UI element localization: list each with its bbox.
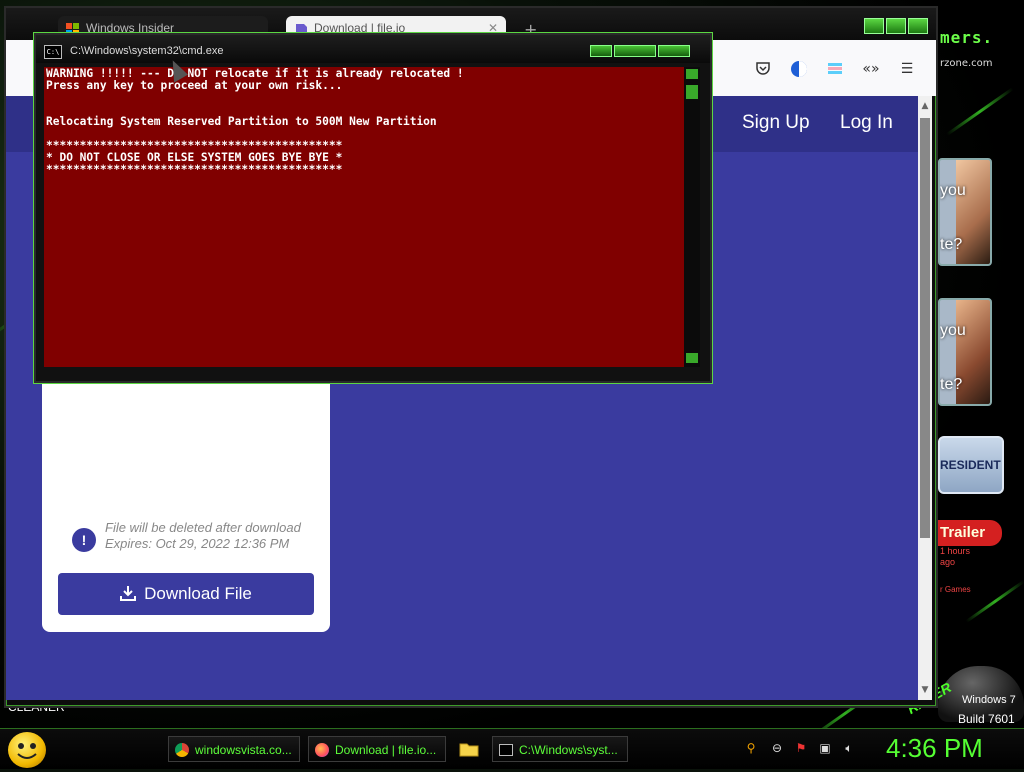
gadget-trailer[interactable]: Trailer bbox=[938, 520, 1002, 546]
system-tray: ⚲ ⊖ ⚑ ▣ 🔈︎ bbox=[744, 741, 864, 757]
cmd-title: C:\Windows\system32\cmd.exe bbox=[70, 45, 224, 57]
taskbar-item-label: C:\Windows\syst... bbox=[519, 743, 618, 757]
desktop-brand-sub: rzone.com bbox=[940, 58, 993, 69]
download-icon bbox=[120, 574, 137, 616]
sign-up-link[interactable]: Sign Up bbox=[742, 112, 810, 134]
cmd-scrollbar-thumb[interactable] bbox=[686, 85, 698, 99]
pocket-icon[interactable] bbox=[754, 60, 772, 78]
extension-icon[interactable] bbox=[826, 60, 844, 78]
scrollbar-thumb[interactable] bbox=[920, 118, 930, 538]
network-icon[interactable]: ▣ bbox=[818, 741, 832, 755]
gadget-president[interactable]: RESIDENT bbox=[938, 436, 1004, 494]
taskbar-item-firefox[interactable]: Download | file.io... bbox=[308, 736, 446, 762]
cmd-maximize-button[interactable] bbox=[614, 45, 656, 57]
start-button[interactable] bbox=[8, 732, 46, 768]
firefox-icon bbox=[315, 743, 329, 757]
gadget-card-text: you bbox=[940, 182, 966, 199]
expiry-notice: Expires: Oct 29, 2022 12:36 PM bbox=[105, 536, 290, 551]
cmd-output: WARNING !!!!! --- Do NOT relocate if it … bbox=[46, 67, 464, 176]
menu-icon[interactable]: ☰ bbox=[898, 60, 916, 78]
maximize-button[interactable] bbox=[886, 18, 906, 34]
minimize-button[interactable] bbox=[864, 18, 884, 34]
flag-icon[interactable]: ⚑ bbox=[794, 741, 808, 755]
cmd-window: C:\ C:\Windows\system32\cmd.exe WARNING … bbox=[34, 33, 712, 383]
taskbar: windowsvista.co... Download | file.io...… bbox=[0, 728, 1024, 769]
taskbar-item-label: Download | file.io... bbox=[335, 743, 437, 757]
window-controls bbox=[864, 18, 928, 34]
scroll-up-arrow-icon[interactable]: ▲ bbox=[919, 100, 931, 112]
download-file-button[interactable]: Download File bbox=[58, 573, 314, 615]
gadget-card[interactable]: you te? bbox=[938, 298, 992, 406]
cmd-minimize-button[interactable] bbox=[590, 45, 612, 57]
taskbar-item-label: windowsvista.co... bbox=[195, 743, 292, 757]
cmd-window-controls bbox=[590, 45, 690, 57]
cmd-scrollbar[interactable] bbox=[684, 67, 700, 367]
page-scrollbar[interactable]: ▲ ▼ bbox=[918, 96, 932, 700]
scroll-down-arrow-icon[interactable]: ▼ bbox=[919, 684, 931, 696]
gadget-card-text: te? bbox=[940, 376, 963, 393]
chrome-icon bbox=[175, 743, 189, 757]
gadget-card[interactable]: you te? bbox=[938, 158, 992, 266]
gadget-hours: 1 hours ago bbox=[940, 546, 971, 567]
profile-icon[interactable] bbox=[790, 60, 808, 78]
volume-icon[interactable]: 🔈︎ bbox=[842, 741, 856, 755]
bg-decoration bbox=[946, 87, 1014, 136]
search-icon[interactable]: ⚲ bbox=[744, 741, 758, 755]
minus-icon[interactable]: ⊖ bbox=[770, 741, 784, 755]
folder-icon bbox=[459, 743, 479, 757]
gadget-card-text: you bbox=[940, 322, 966, 339]
bg-decoration bbox=[965, 580, 1024, 623]
log-in-link[interactable]: Log In bbox=[840, 112, 893, 134]
taskbar-item-explorer[interactable] bbox=[454, 736, 484, 762]
download-file-label: Download File bbox=[144, 584, 252, 603]
desktop-brand: mers. bbox=[940, 28, 994, 47]
cmd-scroll-up-arrow-icon[interactable] bbox=[686, 69, 698, 79]
cmd-console[interactable]: WARNING !!!!! --- Do NOT relocate if it … bbox=[44, 67, 684, 367]
cmd-scroll-down-arrow-icon[interactable] bbox=[686, 353, 698, 363]
info-icon: ! bbox=[72, 528, 96, 552]
cmd-icon: C:\ bbox=[44, 45, 62, 59]
close-button[interactable] bbox=[908, 18, 928, 34]
reader-icon[interactable]: «» bbox=[862, 60, 880, 78]
windows-build: Build 7601 bbox=[958, 712, 1015, 726]
cmd-close-button[interactable] bbox=[658, 45, 690, 57]
taskbar-item-cmd[interactable]: C:\Windows\syst... bbox=[492, 736, 628, 762]
taskbar-clock[interactable]: 4:36 PM bbox=[886, 733, 983, 764]
taskbar-item-chrome[interactable]: windowsvista.co... bbox=[168, 736, 300, 762]
gadget-games: r Games bbox=[940, 585, 971, 594]
deletion-notice: File will be deleted after download bbox=[105, 520, 301, 535]
gadget-card-text: te? bbox=[940, 236, 963, 253]
cmd-icon bbox=[499, 744, 513, 756]
windows-version: Windows 7 bbox=[962, 694, 1016, 706]
cmd-titlebar[interactable]: C:\ C:\Windows\system32\cmd.exe bbox=[36, 35, 710, 63]
download-card: ! File will be deleted after download Ex… bbox=[42, 372, 330, 632]
